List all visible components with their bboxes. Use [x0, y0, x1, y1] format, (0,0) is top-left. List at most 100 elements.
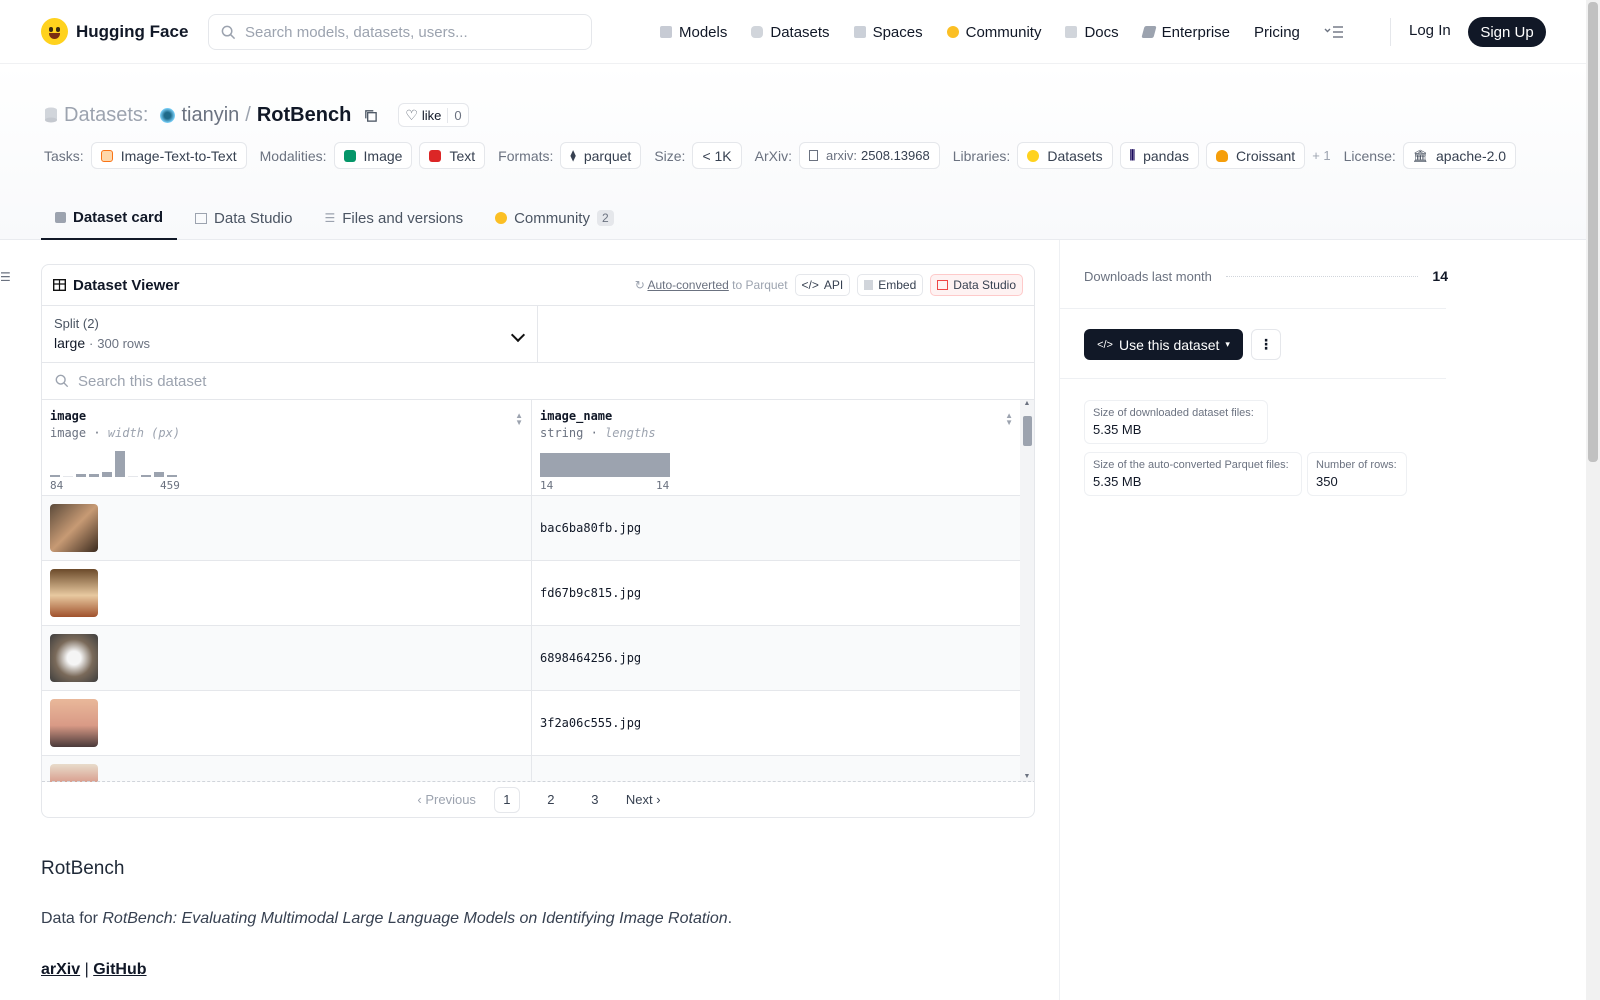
page-scroll-thumb[interactable] [1588, 2, 1598, 462]
dataset-search-input[interactable]: Search this dataset [42, 363, 1034, 400]
tag-arxiv[interactable]: arxiv: 2508.13968 [798, 142, 940, 169]
tag-task[interactable]: Image-Text-to-Text [90, 142, 247, 169]
pager-page-3[interactable]: 3 [582, 787, 608, 813]
login-link[interactable]: Log In [1409, 22, 1451, 39]
table-row[interactable] [42, 756, 1022, 782]
owner-avatar[interactable] [160, 107, 176, 123]
image-thumbnail[interactable] [50, 569, 98, 617]
sidebar-separator [1060, 308, 1446, 309]
pager-next[interactable]: Next › [626, 792, 661, 807]
tag-size[interactable]: < 1K [692, 142, 742, 169]
repo-name[interactable]: RotBench [257, 104, 351, 127]
nav-community[interactable]: Community [946, 23, 1042, 41]
section-label[interactable]: Datasets: [64, 104, 148, 127]
table-scroll-thumb[interactable] [1023, 416, 1032, 446]
column-header-image-name[interactable]: image_name string · lengths ▲ ▼ 14 14 [532, 400, 1022, 496]
stat-value: 5.35 MB [1093, 422, 1142, 437]
split-row: Split (2) large · 300 rows [42, 306, 1034, 363]
nav-pricing[interactable]: Pricing [1254, 24, 1300, 41]
histogram-min: 14 [540, 479, 554, 492]
tag-library-croissant[interactable]: Croissant [1206, 142, 1306, 169]
image-thumbnail[interactable] [50, 504, 98, 552]
table-row[interactable]: 6898464256.jpg [42, 626, 1022, 691]
nav-models[interactable]: Models [660, 24, 727, 41]
pager-page-2[interactable]: 2 [538, 787, 564, 813]
path-separator: / [245, 103, 251, 126]
image-thumbnail[interactable] [50, 634, 98, 682]
dotted-leader [1225, 275, 1419, 277]
nav-more-menu[interactable] [1324, 25, 1344, 39]
nav-community-label: Community [965, 23, 1042, 41]
arxiv-link[interactable]: arXiv [41, 961, 80, 978]
tab-data-studio[interactable]: Data Studio [181, 196, 306, 240]
signup-button[interactable]: Sign Up [1468, 17, 1546, 47]
use-dataset-button[interactable]: </> Use this dataset ▾ [1084, 329, 1243, 360]
scroll-up-icon[interactable]: ▲ [1020, 400, 1034, 407]
github-link[interactable]: GitHub [93, 961, 146, 978]
pager-previous-label: Previous [425, 792, 476, 807]
image-thumbnail[interactable] [50, 764, 98, 782]
split-select[interactable]: Split (2) large · 300 rows [42, 306, 538, 362]
tag-library-datasets[interactable]: Datasets [1017, 142, 1113, 169]
histogram-max: 459 [160, 479, 180, 492]
nav-models-label: Models [679, 23, 728, 41]
nav-spaces[interactable]: Spaces [853, 24, 923, 41]
stat-download-size: Size of downloaded dataset files: 5.35 M… [1084, 400, 1268, 444]
table-row[interactable]: fd67b9c815.jpg [42, 561, 1022, 626]
tab-community[interactable]: Community 2 [481, 196, 628, 240]
pager-previous[interactable]: ‹ Previous [417, 792, 476, 807]
nav-pricing-label: Pricing [1254, 23, 1300, 41]
sort-icon[interactable]: ▲ ▼ [515, 412, 523, 427]
pager-page-1[interactable]: 1 [493, 786, 520, 813]
image-cell[interactable] [42, 496, 532, 560]
nav-datasets[interactable]: Datasets [751, 24, 830, 41]
column-stat-label: lengths [605, 426, 656, 440]
tag-modality-image[interactable]: Image [333, 142, 413, 169]
more-options-button[interactable]: ⋮ [1251, 329, 1281, 360]
global-search-input[interactable]: Search models, datasets, users... [208, 14, 592, 50]
toc-toggle-icon[interactable]: ☰ [0, 270, 11, 284]
histogram-max: 14 [656, 479, 670, 492]
image-cell[interactable] [42, 691, 532, 755]
data-studio-button[interactable]: Data Studio [930, 274, 1023, 296]
tab-dataset-card[interactable]: Dataset card [41, 196, 178, 240]
embed-button[interactable]: Embed [857, 274, 924, 296]
brand-logo[interactable]: Hugging Face [41, 18, 188, 45]
page-scrollbar[interactable] [1586, 0, 1600, 1000]
tag-modality-text[interactable]: Text [419, 142, 486, 169]
copy-icon[interactable] [363, 108, 378, 123]
database-icon [45, 107, 57, 123]
histogram-bar [50, 475, 60, 477]
database-icon [751, 26, 764, 38]
auto-converted-note: ↻ Auto-converted to Parquet [635, 278, 788, 292]
tag-format[interactable]: ⧫ parquet [560, 142, 642, 169]
column-header-image[interactable]: image image · width (px) ▲ ▼ 84 459 [42, 400, 532, 496]
table-row[interactable]: 3f2a06c555.jpg [42, 691, 1022, 756]
split-row-count: 300 rows [97, 336, 151, 351]
table-row[interactable]: bac6ba80fb.jpg [42, 496, 1022, 561]
tag-modality-text-label: Text [449, 147, 476, 164]
image-cell[interactable] [42, 561, 532, 625]
histogram [540, 450, 680, 477]
tag-library-pandas[interactable]: ⫼ pandas [1119, 142, 1200, 169]
image-thumbnail[interactable] [50, 699, 98, 747]
tag-license[interactable]: 🏛 apache-2.0 [1402, 142, 1517, 169]
image-cell[interactable] [42, 756, 532, 782]
image-cell[interactable] [42, 626, 532, 690]
sort-icon[interactable]: ▲ ▼ [1005, 412, 1013, 427]
owner-link[interactable]: tianyin [181, 104, 239, 127]
to-parquet-label: to Parquet [732, 278, 788, 292]
table-scrollbar[interactable]: ▲ ▼ [1020, 400, 1034, 782]
api-button[interactable]: </> API [794, 274, 851, 296]
nav-enterprise[interactable]: Enterprise [1141, 24, 1230, 41]
auto-converted-link[interactable]: Auto-converted [647, 278, 728, 292]
stat-parquet-size: Size of the auto-converted Parquet files… [1084, 452, 1302, 496]
like-button[interactable]: ♡ like 0 [398, 103, 469, 127]
stat-value: 5.35 MB [1093, 474, 1142, 489]
formats-label: Formats: [498, 147, 554, 164]
scroll-down-icon[interactable]: ▼ [1020, 773, 1034, 780]
use-dataset-label: Use this dataset [1118, 336, 1220, 353]
tab-files[interactable]: ☰ Files and versions [310, 196, 477, 240]
nav-docs[interactable]: Docs [1065, 24, 1119, 41]
libraries-more[interactable]: + 1 [1312, 148, 1330, 163]
